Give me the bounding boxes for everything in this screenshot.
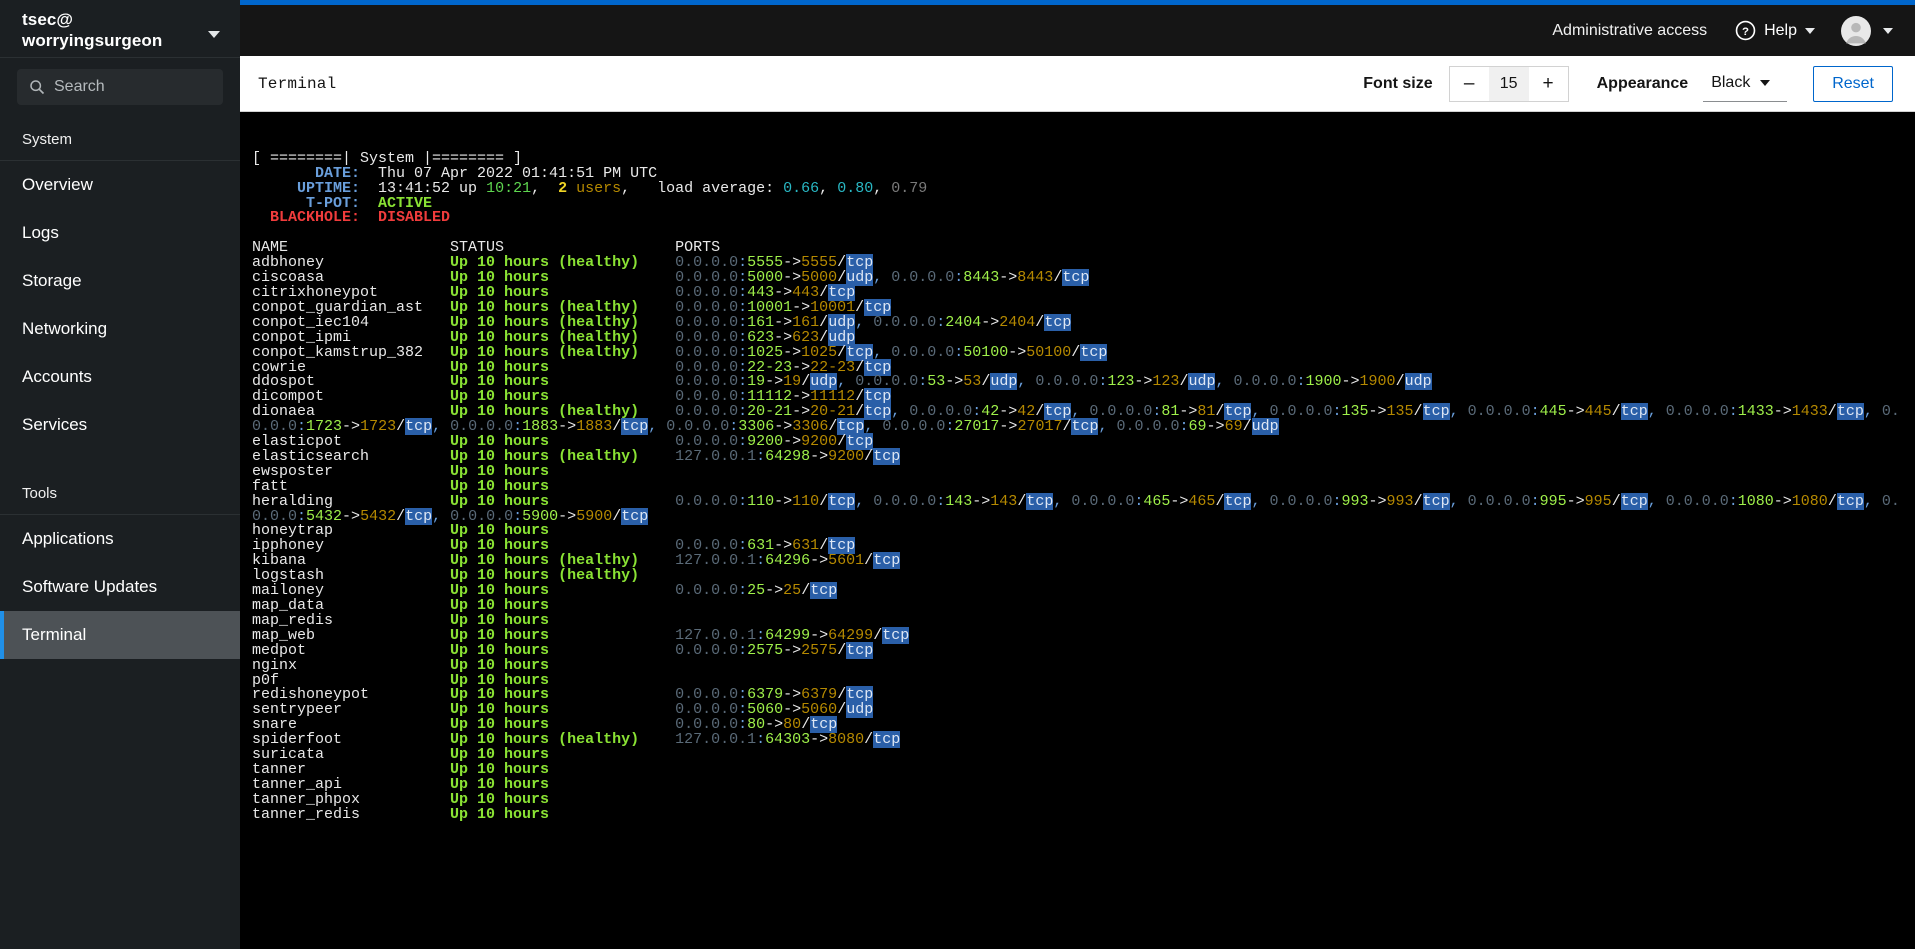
host-label: tsec@ worryingsurgeon — [22, 10, 162, 51]
search-icon — [30, 80, 45, 95]
host-user: tsec@ — [22, 10, 74, 30]
sidebar-item-terminal[interactable]: Terminal — [0, 611, 240, 659]
masthead: Administrative access ? Help — [240, 5, 1915, 56]
sidebar-item-overview[interactable]: Overview — [0, 161, 240, 209]
font-size-decrease-button[interactable]: – — [1448, 65, 1489, 102]
page-title: Terminal — [258, 74, 337, 93]
font-size-stepper: – 15 + — [1448, 65, 1569, 102]
user-menu-button[interactable] — [1841, 15, 1893, 46]
sidebar-item-label: Storage — [22, 271, 82, 290]
help-icon: ? — [1735, 20, 1756, 41]
chevron-down-icon — [1883, 27, 1893, 34]
terminal-output[interactable]: [ ========| System |======== ] DATE: Thu… — [240, 112, 1915, 949]
sidebar-item-accounts[interactable]: Accounts — [0, 353, 240, 401]
sidebar-item-label: Services — [22, 415, 88, 434]
sidebar-item-label: Overview — [22, 175, 93, 194]
host-machine: worryingsurgeon — [22, 31, 163, 50]
sidebar-item-services[interactable]: Services — [0, 401, 240, 449]
terminal-toolbar: Terminal Font size – 15 + Appearance Bla… — [240, 56, 1915, 112]
font-size-increase-button[interactable]: + — [1528, 65, 1569, 102]
cockpit-app: tsec@ worryingsurgeon System Overvie — [0, 0, 1915, 949]
font-size-value: 15 — [1488, 65, 1529, 102]
host-switcher[interactable]: tsec@ worryingsurgeon — [0, 5, 240, 57]
sidebar-item-label: Software Updates — [22, 577, 158, 596]
sidebar-item-logs[interactable]: Logs — [0, 209, 240, 257]
administrative-access-button[interactable]: Administrative access — [1552, 22, 1707, 40]
search-box[interactable] — [17, 69, 223, 105]
reset-button[interactable]: Reset — [1813, 65, 1893, 102]
search-area — [0, 58, 240, 119]
chevron-down-icon — [1805, 27, 1815, 34]
nav-group-system: System — [22, 131, 73, 148]
help-menu-button[interactable]: ? Help — [1735, 20, 1815, 41]
terminal-text: [ ========| System |======== ] DATE: Thu… — [252, 149, 1900, 823]
sidebar-item-storage[interactable]: Storage — [0, 257, 240, 305]
sidebar-item-label: Logs — [22, 223, 59, 242]
sidebar-item-software-updates[interactable]: Software Updates — [0, 563, 240, 611]
appearance-value: Black — [1711, 74, 1751, 91]
appearance-label: Appearance — [1596, 74, 1689, 92]
sidebar: tsec@ worryingsurgeon System Overvie — [0, 5, 240, 949]
svg-text:?: ? — [1742, 26, 1749, 38]
appearance-select[interactable]: Black — [1703, 65, 1788, 102]
body-row: tsec@ worryingsurgeon System Overvie — [0, 5, 1915, 949]
sidebar-item-networking[interactable]: Networking — [0, 305, 240, 353]
main-column: Administrative access ? Help Terminal Fo… — [240, 5, 1915, 949]
avatar — [1841, 15, 1871, 46]
chevron-down-icon — [208, 31, 220, 38]
sidebar-item-label: Accounts — [22, 367, 92, 386]
sidebar-item-applications[interactable]: Applications — [0, 515, 240, 563]
chevron-down-icon — [1760, 80, 1771, 86]
sidebar-item-label: Terminal — [22, 625, 87, 644]
sidebar-item-label: Applications — [22, 529, 114, 548]
font-size-label: Font size — [1363, 74, 1433, 92]
help-label: Help — [1764, 21, 1797, 39]
toolbar-controls: Font size – 15 + Appearance Black Reset — [1363, 65, 1893, 102]
search-input[interactable] — [54, 78, 211, 96]
nav-group-tools: Tools — [22, 485, 58, 502]
sidebar-item-label: Networking — [22, 319, 108, 338]
